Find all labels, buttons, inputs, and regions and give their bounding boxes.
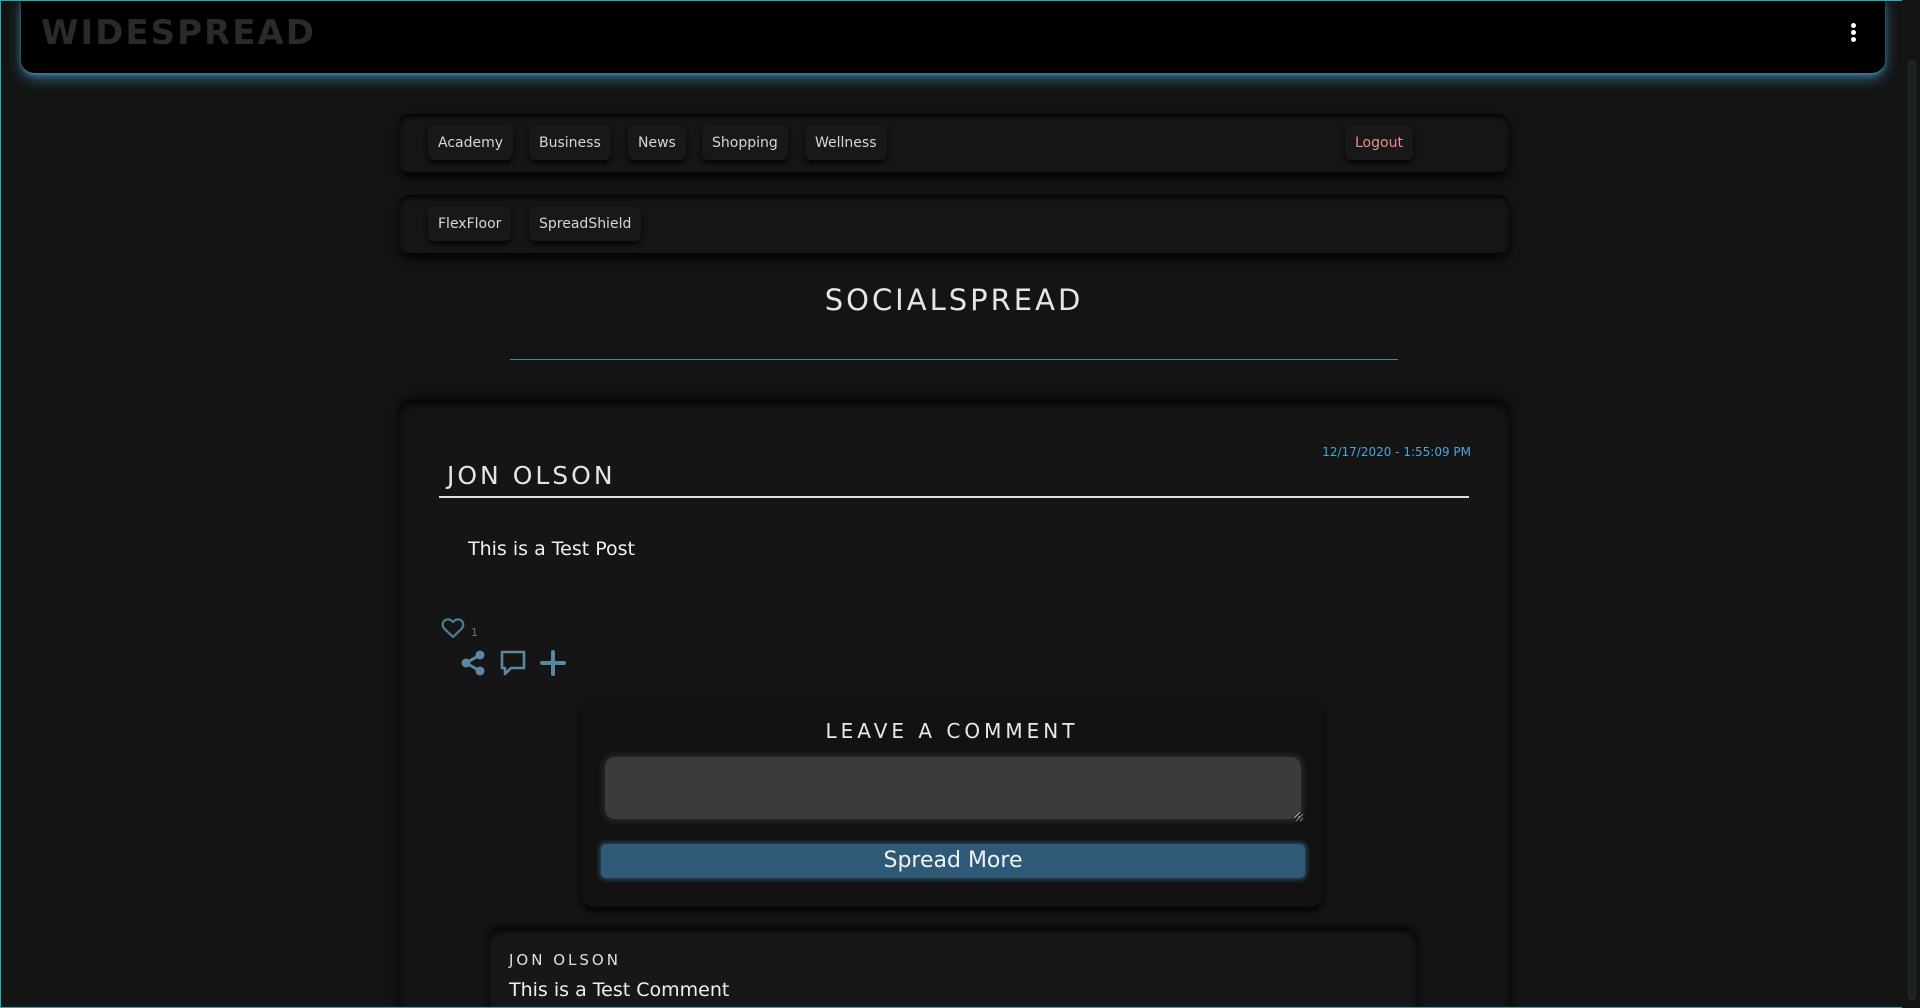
heart-icon[interactable] (441, 617, 465, 639)
post-timestamp: 12/17/2020 - 1:55:09 PM (1322, 445, 1471, 459)
author-divider (439, 496, 1469, 498)
comment-input[interactable] (605, 757, 1301, 819)
post-actions (459, 649, 567, 677)
app-window: WIDESPREAD Academy Business News Shoppin… (0, 0, 1920, 1008)
comment-form: LEAVE A COMMENT Spread More (581, 699, 1323, 907)
scrollbar-thumb[interactable] (1908, 60, 1916, 1000)
like-count: 1 (471, 626, 478, 639)
logout-button[interactable]: Logout (1345, 126, 1413, 160)
more-menu-icon[interactable] (1847, 23, 1859, 43)
post-card: 12/17/2020 - 1:55:09 PM JON OLSON This i… (399, 401, 1509, 1007)
title-divider (510, 359, 1398, 360)
comment-item: JON OLSON This is a Test Comment (489, 929, 1417, 1007)
nav-academy-button[interactable]: Academy (428, 126, 514, 160)
top-header: WIDESPREAD (21, 1, 1885, 75)
nav-business-button[interactable]: Business (529, 126, 611, 160)
page-title: SOCIALSPREAD (824, 283, 1084, 317)
comment-icon[interactable] (499, 649, 527, 677)
nav-spreadshield-button[interactable]: SpreadShield (529, 207, 642, 241)
post-author[interactable]: JON OLSON (447, 461, 616, 490)
comment-author[interactable]: JON OLSON (509, 951, 621, 969)
like-row: 1 (441, 613, 478, 639)
share-icon[interactable] (459, 649, 487, 677)
nav-news-button[interactable]: News (628, 126, 686, 160)
vertical-scrollbar[interactable] (1902, 0, 1920, 1008)
plus-icon[interactable] (539, 649, 567, 677)
comment-body: This is a Test Comment (509, 979, 730, 1001)
resize-handle-icon[interactable] (1294, 812, 1304, 822)
spread-more-button[interactable]: Spread More (601, 844, 1305, 878)
nav-flexfloor-button[interactable]: FlexFloor (428, 207, 512, 241)
nav-wellness-button[interactable]: Wellness (805, 126, 887, 160)
nav-shopping-button[interactable]: Shopping (702, 126, 788, 160)
primary-nav: Academy Business News Shopping Wellness … (399, 114, 1509, 172)
secondary-nav: FlexFloor SpreadShield (399, 195, 1509, 253)
brand-logo[interactable]: WIDESPREAD (41, 13, 316, 53)
comment-form-heading: LEAVE A COMMENT (825, 719, 1079, 743)
post-body: This is a Test Post (468, 538, 635, 560)
